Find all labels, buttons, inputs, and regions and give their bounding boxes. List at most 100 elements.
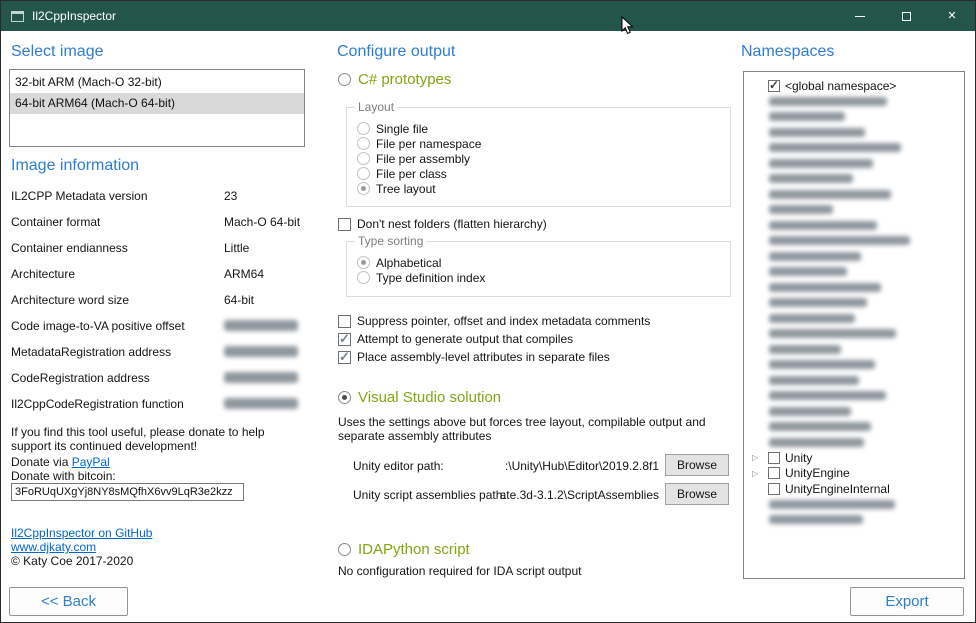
namespace-item[interactable] [744,218,964,234]
namespace-item[interactable] [744,373,964,389]
suppress-comments-checkbox[interactable]: Suppress pointer, offset and index metad… [338,314,650,328]
visual-studio-solution-radio[interactable]: Visual Studio solution [338,389,501,406]
namespace-item[interactable] [744,295,964,311]
radio-option[interactable]: Alphabetical [357,255,485,270]
radio-icon [338,543,351,556]
redacted-namespace [769,422,871,431]
namespace-label: UnityEngineInternal [785,482,890,496]
info-label: Architecture [11,267,224,293]
namespace-checkbox[interactable] [768,467,780,479]
radio-option-label: File per assembly [376,152,470,166]
namespace-item[interactable] [744,388,964,404]
namespace-item[interactable] [744,202,964,218]
namespace-item[interactable] [744,435,964,451]
maximize-icon [902,12,911,21]
info-label: Il2CppCodeRegistration function [11,397,224,423]
redacted-namespace [769,314,855,323]
namespace-item[interactable]: ▷<global namespace> [744,78,964,94]
namespace-item[interactable] [744,311,964,327]
radio-option[interactable]: Single file [357,121,481,136]
namespace-item[interactable] [744,280,964,296]
image-list[interactable]: 32-bit ARM (Mach-O 32-bit)64-bit ARM64 (… [9,69,305,147]
maximize-button[interactable] [883,1,929,31]
app-window: Il2CppInspector ✕ Select image 32-bit AR… [0,0,976,623]
info-value: ARM64 [224,267,305,293]
namespace-checkbox[interactable] [768,80,780,92]
separate-attributes-label: Place assembly-level attributes in separ… [357,350,610,364]
unity-editor-browse-button[interactable]: Browse [665,454,729,476]
namespaces-heading: Namespaces [741,43,834,61]
idapython-script-radio[interactable]: IDAPython script [338,541,470,558]
website-link[interactable]: www.djkaty.com [11,540,96,554]
bitcoin-label: Donate with bitcoin: [11,469,116,483]
namespace-item[interactable] [744,264,964,280]
expander-icon[interactable]: ▷ [752,469,768,478]
image-info-table: IL2CPP Metadata version23Container forma… [11,189,305,423]
radio-option[interactable]: Type definition index [357,270,485,285]
type-sorting-group-label: Type sorting [355,234,426,248]
configure-output-heading: Configure output [337,43,455,61]
copyright-text: © Katy Coe 2017-2020 [11,554,133,568]
compilable-output-checkbox[interactable]: Attempt to generate output that compiles [338,332,573,346]
expander-icon[interactable]: ▷ [752,453,768,462]
namespace-item[interactable] [744,94,964,110]
separate-attributes-checkbox[interactable]: Place assembly-level attributes in separ… [338,350,610,364]
checkbox-icon [338,315,351,328]
radio-option[interactable]: Tree layout [357,181,481,196]
bitcoin-address-input[interactable] [11,483,244,501]
namespace-item[interactable] [744,187,964,203]
namespace-item[interactable] [744,497,964,513]
redacted-namespace [769,360,875,369]
csharp-prototypes-radio[interactable]: C# prototypes [338,71,451,88]
minimize-button[interactable] [837,1,883,31]
namespace-item[interactable] [744,326,964,342]
namespace-list[interactable]: ▷<global namespace>▷Unity▷UnityEngine▷Un… [743,71,965,579]
checkbox-icon [338,351,351,364]
radio-option[interactable]: File per class [357,166,481,181]
namespace-checkbox[interactable] [768,452,780,464]
redacted-namespace [769,500,895,509]
redacted-namespace [769,376,859,385]
namespace-item[interactable] [744,156,964,172]
unity-script-browse-button[interactable]: Browse [665,483,729,505]
namespace-item[interactable] [744,512,964,528]
namespace-item[interactable] [744,233,964,249]
namespace-item[interactable]: ▷UnityEngineInternal [744,481,964,497]
radio-icon [338,73,351,86]
namespace-item[interactable]: ▷ Unity [744,450,964,466]
namespace-checkbox[interactable] [768,483,780,495]
namespace-item[interactable] [744,357,964,373]
radio-option[interactable]: File per assembly [357,151,481,166]
layout-groupbox: Layout Single fileFile per namespaceFile… [346,107,731,207]
info-row: Container endiannessLittle [11,241,305,267]
redacted-namespace [769,128,865,137]
namespace-item[interactable] [744,171,964,187]
redacted-namespace [769,190,891,199]
image-information-heading: Image information [11,157,139,175]
idapython-script-label: IDAPython script [358,541,470,558]
close-icon: ✕ [947,11,956,22]
image-list-item[interactable]: 32-bit ARM (Mach-O 32-bit) [10,72,304,93]
namespace-item[interactable] [744,342,964,358]
redacted-namespace [769,329,896,338]
radio-option[interactable]: File per namespace [357,136,481,151]
namespace-item[interactable] [744,404,964,420]
namespace-label: Unity [785,451,812,465]
github-link[interactable]: Il2CppInspector on GitHub [11,526,152,540]
namespace-item[interactable] [744,109,964,125]
back-button[interactable]: << Back [9,587,128,616]
close-button[interactable]: ✕ [929,1,975,31]
paypal-link[interactable]: PayPal [72,455,110,469]
namespace-item[interactable] [744,125,964,141]
namespace-item[interactable] [744,419,964,435]
namespace-item[interactable] [744,249,964,265]
layout-options: Single fileFile per namespaceFile per as… [357,121,481,196]
image-list-item[interactable]: 64-bit ARM64 (Mach-O 64-bit) [10,93,304,114]
export-button[interactable]: Export [850,587,964,616]
radio-option-label: File per namespace [376,137,481,151]
radio-icon [357,182,370,195]
namespace-item[interactable]: ▷UnityEngine [744,466,964,482]
redacted-namespace [769,221,877,230]
flatten-hierarchy-checkbox[interactable]: Don't nest folders (flatten hierarchy) [338,217,547,231]
namespace-item[interactable] [744,140,964,156]
